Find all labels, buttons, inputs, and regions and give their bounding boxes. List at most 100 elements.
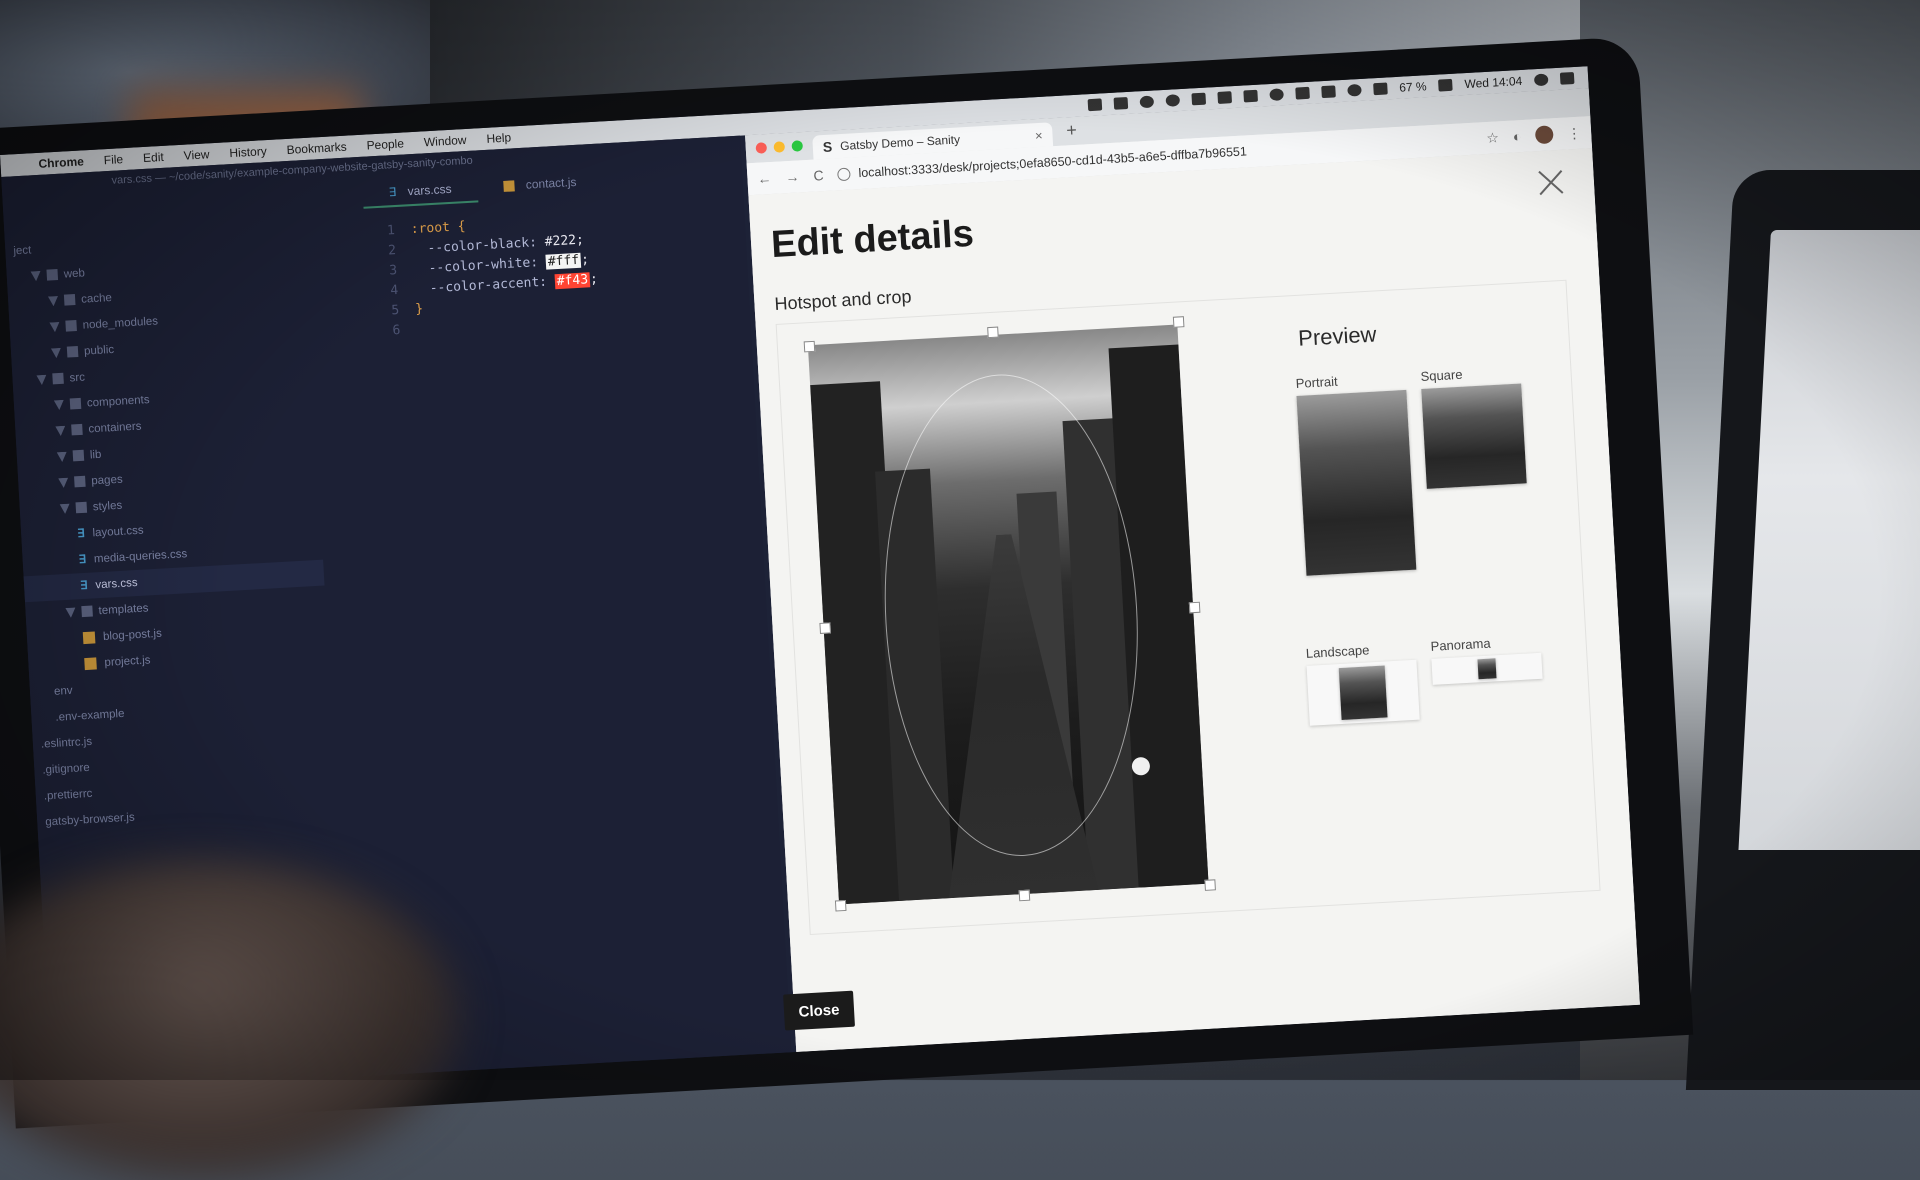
tab-contact-js[interactable]: contact.js (477, 165, 604, 202)
dropbox-icon[interactable] (1191, 92, 1206, 106)
menu-edit[interactable]: Edit (133, 149, 174, 165)
tree-item-label: project.js (104, 654, 151, 669)
chevron-down-icon[interactable] (48, 296, 59, 307)
menu-app-chrome[interactable]: Chrome (28, 154, 94, 172)
preview-label-square: Square (1420, 366, 1463, 385)
tree-item-label: containers (88, 420, 142, 436)
folder-icon (66, 346, 79, 359)
menu-window[interactable]: Window (413, 132, 476, 149)
code-property: --color-accent: (429, 274, 548, 297)
tab-close-icon[interactable]: × (1034, 127, 1042, 142)
preview-square (1421, 383, 1527, 489)
tree-item-label: .env-example (55, 707, 125, 724)
tab-label: vars.css (407, 181, 452, 199)
chevron-down-icon[interactable] (65, 607, 76, 618)
preview-label-panorama: Panorama (1430, 635, 1491, 654)
editor-tabs: ∃ vars.css contact.js (361, 165, 604, 209)
menu-file[interactable]: File (93, 152, 133, 168)
chrome-menu-icon[interactable]: ⋮ (1567, 124, 1582, 142)
code-value: #f43 (554, 272, 591, 290)
menu-help[interactable]: Help (476, 130, 521, 146)
onepassword-icon[interactable] (1165, 94, 1180, 107)
spotlight-icon[interactable] (1533, 73, 1549, 87)
drive-icon[interactable] (1217, 91, 1232, 104)
crop-handle-right[interactable] (1188, 601, 1201, 614)
airplay-icon[interactable] (1295, 86, 1310, 100)
maximize-window-button[interactable] (791, 140, 804, 152)
reload-button[interactable]: C (813, 167, 824, 184)
chevron-down-icon[interactable] (57, 452, 68, 463)
chevron-down-icon[interactable] (60, 504, 71, 515)
folder-icon (52, 373, 64, 385)
battery-icon[interactable] (1438, 78, 1453, 92)
menu-people[interactable]: People (356, 136, 414, 153)
folder-icon (72, 450, 85, 462)
notification-center-icon[interactable] (1559, 72, 1575, 85)
crop-handle-top-left[interactable] (803, 340, 816, 353)
code-area[interactable]: 1:root {2 --color-black: #222; 3 --color-… (364, 210, 600, 343)
bookmark-star-icon[interactable]: ☆ (1486, 129, 1499, 147)
preview-panorama-frame (1431, 652, 1543, 685)
tree-item-label: .gitignore (42, 761, 91, 777)
crop-handle-left[interactable] (819, 622, 831, 634)
tab-title: Gatsby Demo – Sanity (839, 132, 961, 154)
bluetooth-icon[interactable] (1321, 85, 1336, 99)
tree-item-label: node_modules (82, 315, 159, 332)
close-icon[interactable] (1537, 168, 1564, 195)
wifi-icon[interactable] (1346, 83, 1362, 97)
chevron-down-icon[interactable] (58, 478, 69, 489)
app-store-icon[interactable] (1243, 89, 1258, 103)
chevron-down-icon[interactable] (55, 426, 66, 437)
apple-icon[interactable] (1, 164, 29, 166)
chevron-down-icon[interactable] (31, 271, 42, 282)
dialog-title: Edit details (770, 212, 975, 267)
crop-handle-bottom-right[interactable] (1204, 879, 1216, 891)
minimize-window-button[interactable] (773, 141, 786, 153)
menu-history[interactable]: History (219, 144, 277, 161)
folder-icon (46, 269, 59, 282)
tab-vars-css[interactable]: ∃ vars.css (361, 172, 479, 209)
js-file-icon (82, 631, 96, 645)
code-value: #222; (544, 232, 585, 250)
tree-item-label: ject (13, 244, 32, 258)
docker-icon[interactable] (1087, 98, 1103, 112)
volume-icon[interactable] (1372, 82, 1388, 96)
extension-icon[interactable]: ◐ (1512, 128, 1521, 144)
line-number: 6 (392, 322, 401, 339)
menu-bookmarks[interactable]: Bookmarks (276, 139, 357, 157)
tree-item-label: blog-post.js (102, 627, 163, 643)
chevron-down-icon[interactable] (49, 322, 60, 333)
tree-item-label: vars.css (95, 576, 138, 592)
js-file-icon (503, 180, 515, 193)
crop-handle-bottom-left[interactable] (834, 899, 847, 912)
code-selector: :root { (410, 219, 466, 238)
tree-item-label: gatsby-browser.js (44, 811, 136, 829)
window-controls (755, 140, 804, 154)
profile-avatar[interactable] (1534, 125, 1554, 145)
crop-handle-top-right[interactable] (1172, 316, 1185, 328)
menu-clock[interactable]: Wed 14:04 (1464, 74, 1523, 91)
close-button[interactable]: Close (783, 990, 855, 1031)
tree-item-label: .prettierrc (43, 787, 93, 803)
back-button[interactable]: ← (757, 170, 772, 187)
crop-handle-top[interactable] (987, 326, 999, 339)
chevron-down-icon[interactable] (36, 375, 47, 386)
folder-icon (69, 398, 82, 410)
chevron-down-icon[interactable] (54, 400, 65, 411)
tree-item-label: media-queries.css (93, 548, 188, 566)
tree-item-label: env (53, 684, 73, 698)
css-file-icon: ∃ (78, 553, 87, 567)
new-tab-button[interactable]: + (1066, 120, 1078, 142)
globe-icon[interactable] (1269, 88, 1284, 102)
close-window-button[interactable] (755, 142, 768, 154)
cocktail-icon[interactable] (1113, 96, 1129, 110)
menu-view[interactable]: View (173, 147, 220, 164)
crop-image[interactable] (807, 324, 1209, 905)
chevron-down-icon[interactable] (51, 348, 62, 359)
creative-cloud-icon[interactable] (1139, 95, 1154, 109)
site-info-icon[interactable] (837, 167, 851, 181)
forward-button[interactable]: → (785, 168, 800, 185)
preview-landscape-frame (1306, 659, 1420, 726)
crop-handle-bottom[interactable] (1018, 889, 1031, 902)
folder-icon (71, 424, 83, 436)
